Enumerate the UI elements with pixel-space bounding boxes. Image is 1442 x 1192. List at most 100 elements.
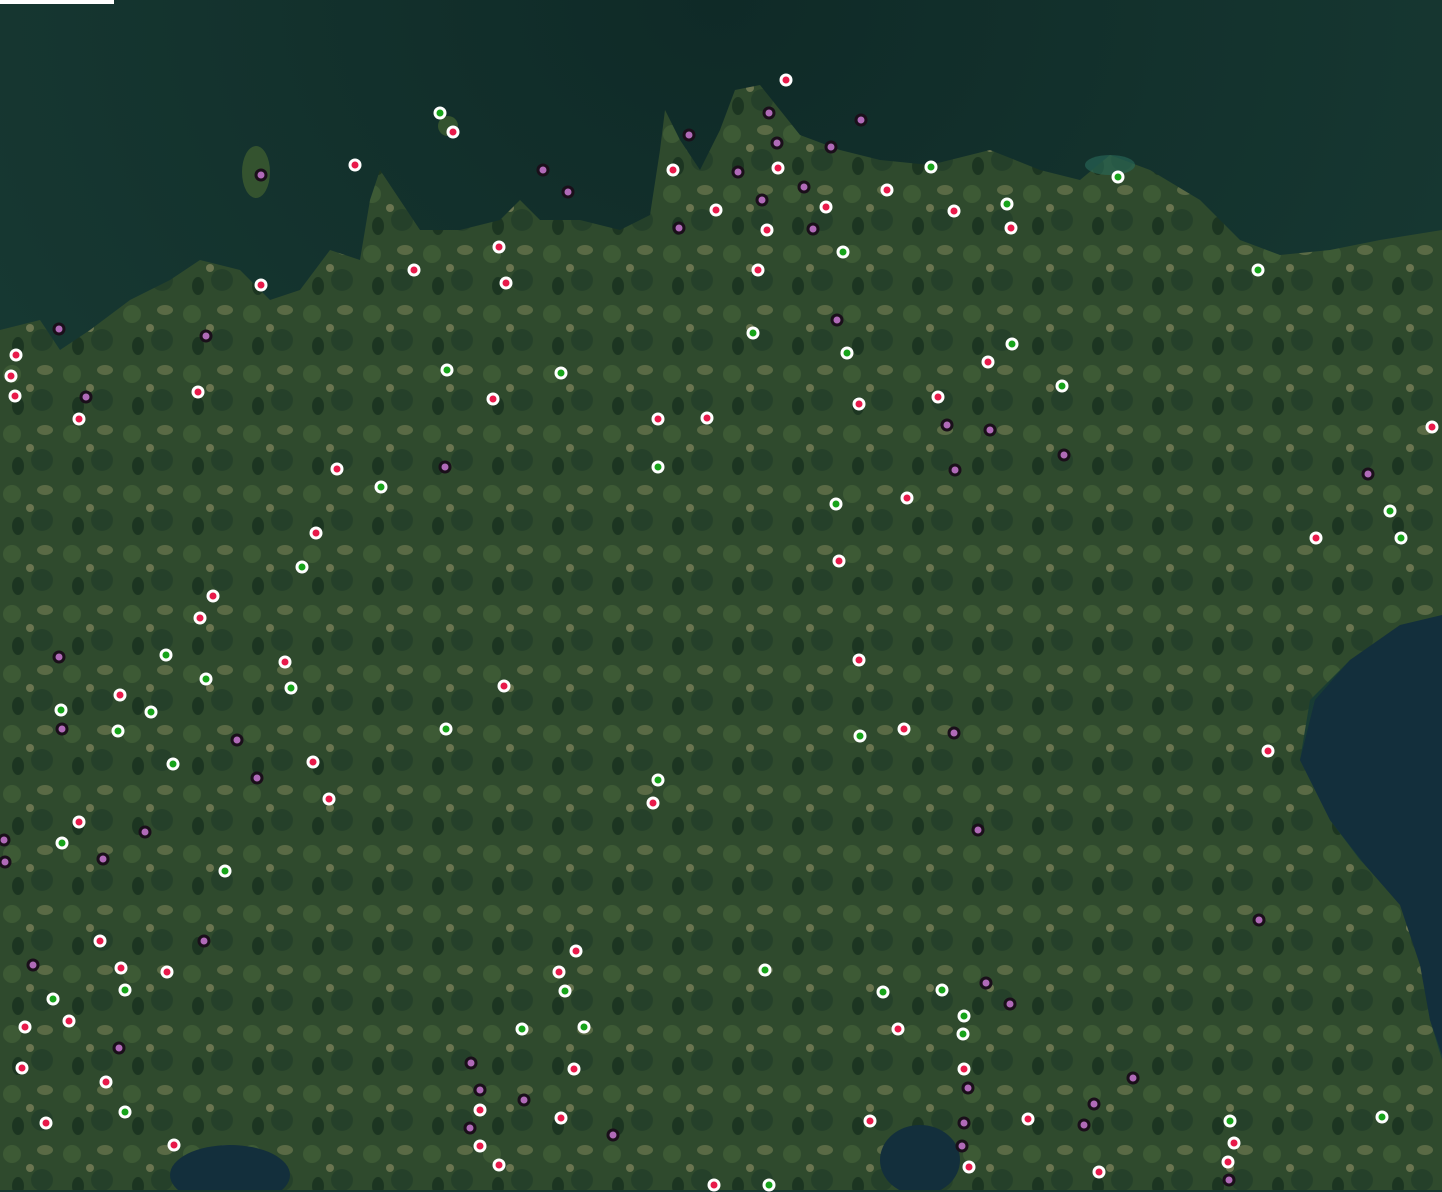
map-marker-green[interactable] — [829, 497, 843, 511]
map-marker-purple[interactable] — [762, 106, 776, 120]
map-marker-red[interactable] — [1021, 1112, 1035, 1126]
map-marker-red[interactable] — [981, 355, 995, 369]
map-marker-purple[interactable] — [96, 852, 110, 866]
map-marker-red[interactable] — [832, 554, 846, 568]
map-marker-red[interactable] — [1092, 1165, 1106, 1179]
map-marker-red[interactable] — [167, 1138, 181, 1152]
map-marker-red[interactable] — [114, 961, 128, 975]
map-marker-green[interactable] — [1251, 263, 1265, 277]
map-marker-red[interactable] — [962, 1160, 976, 1174]
map-marker-purple[interactable] — [940, 418, 954, 432]
map-marker-green[interactable] — [144, 705, 158, 719]
map-marker-purple[interactable] — [26, 958, 40, 972]
map-marker-red[interactable] — [278, 655, 292, 669]
map-marker-red[interactable] — [191, 385, 205, 399]
map-marker-purple[interactable] — [517, 1093, 531, 1107]
map-marker-purple[interactable] — [770, 136, 784, 150]
map-marker-red[interactable] — [62, 1014, 76, 1028]
map-marker-green[interactable] — [1223, 1114, 1237, 1128]
map-marker-purple[interactable] — [52, 650, 66, 664]
map-marker-green[interactable] — [1111, 170, 1125, 184]
map-marker-purple[interactable] — [138, 825, 152, 839]
map-marker-red[interactable] — [900, 491, 914, 505]
map-marker-green[interactable] — [55, 836, 69, 850]
map-marker-purple[interactable] — [961, 1081, 975, 1095]
map-marker-green[interactable] — [284, 681, 298, 695]
map-marker-purple[interactable] — [55, 722, 69, 736]
map-marker-red[interactable] — [160, 965, 174, 979]
map-marker-green[interactable] — [515, 1022, 529, 1036]
map-marker-red[interactable] — [473, 1103, 487, 1117]
map-marker-red[interactable] — [8, 389, 22, 403]
map-marker-red[interactable] — [852, 397, 866, 411]
map-marker-purple[interactable] — [948, 463, 962, 477]
map-marker-red[interactable] — [567, 1062, 581, 1076]
map-marker-red[interactable] — [492, 1158, 506, 1172]
map-marker-green[interactable] — [853, 729, 867, 743]
map-marker-green[interactable] — [111, 724, 125, 738]
map-marker-green[interactable] — [295, 560, 309, 574]
map-marker-purple[interactable] — [947, 726, 961, 740]
map-marker-red[interactable] — [1227, 1136, 1241, 1150]
map-marker-purple[interactable] — [254, 168, 268, 182]
map-marker-red[interactable] — [863, 1114, 877, 1128]
map-marker-red[interactable] — [709, 203, 723, 217]
map-marker-red[interactable] — [931, 390, 945, 404]
map-marker-red[interactable] — [852, 653, 866, 667]
map-marker-red[interactable] — [72, 412, 86, 426]
map-marker-red[interactable] — [569, 944, 583, 958]
map-marker-green[interactable] — [956, 1027, 970, 1041]
map-marker-purple[interactable] — [536, 163, 550, 177]
map-marker-purple[interactable] — [1126, 1071, 1140, 1085]
satellite-map[interactable] — [0, 0, 1442, 1192]
map-marker-red[interactable] — [497, 679, 511, 693]
map-marker-red[interactable] — [93, 934, 107, 948]
map-marker-red[interactable] — [499, 276, 513, 290]
map-marker-red[interactable] — [322, 792, 336, 806]
map-marker-red[interactable] — [760, 223, 774, 237]
map-marker-green[interactable] — [558, 984, 572, 998]
map-marker-green[interactable] — [1383, 504, 1397, 518]
map-marker-red[interactable] — [39, 1116, 53, 1130]
map-marker-red[interactable] — [651, 412, 665, 426]
map-marker-green[interactable] — [159, 648, 173, 662]
map-marker-red[interactable] — [193, 611, 207, 625]
map-marker-purple[interactable] — [438, 460, 452, 474]
map-marker-red[interactable] — [348, 158, 362, 172]
map-marker-green[interactable] — [46, 992, 60, 1006]
map-marker-purple[interactable] — [79, 390, 93, 404]
map-marker-red[interactable] — [1425, 420, 1439, 434]
map-marker-green[interactable] — [1394, 531, 1408, 545]
map-marker-purple[interactable] — [463, 1121, 477, 1135]
map-marker-red[interactable] — [554, 1111, 568, 1125]
map-marker-green[interactable] — [1000, 197, 1014, 211]
map-marker-red[interactable] — [492, 240, 506, 254]
map-marker-red[interactable] — [751, 263, 765, 277]
map-marker-purple[interactable] — [112, 1041, 126, 1055]
map-marker-red[interactable] — [306, 755, 320, 769]
map-marker-red[interactable] — [1309, 531, 1323, 545]
map-marker-purple[interactable] — [561, 185, 575, 199]
map-marker-red[interactable] — [99, 1075, 113, 1089]
map-marker-red[interactable] — [446, 125, 460, 139]
map-marker-purple[interactable] — [1087, 1097, 1101, 1111]
map-marker-purple[interactable] — [606, 1128, 620, 1142]
map-marker-green[interactable] — [651, 773, 665, 787]
map-marker-green[interactable] — [374, 480, 388, 494]
map-marker-purple[interactable] — [230, 733, 244, 747]
map-marker-green[interactable] — [651, 460, 665, 474]
map-marker-green[interactable] — [935, 983, 949, 997]
map-marker-green[interactable] — [118, 983, 132, 997]
map-marker-green[interactable] — [166, 757, 180, 771]
map-marker-green[interactable] — [554, 366, 568, 380]
map-marker-red[interactable] — [947, 204, 961, 218]
map-marker-red[interactable] — [18, 1020, 32, 1034]
map-marker-purple[interactable] — [979, 976, 993, 990]
map-marker-green[interactable] — [54, 703, 68, 717]
map-marker-red[interactable] — [309, 526, 323, 540]
map-marker-red[interactable] — [1004, 221, 1018, 235]
map-marker-green[interactable] — [876, 985, 890, 999]
map-marker-green[interactable] — [439, 722, 453, 736]
map-marker-purple[interactable] — [197, 934, 211, 948]
map-marker-green[interactable] — [199, 672, 213, 686]
